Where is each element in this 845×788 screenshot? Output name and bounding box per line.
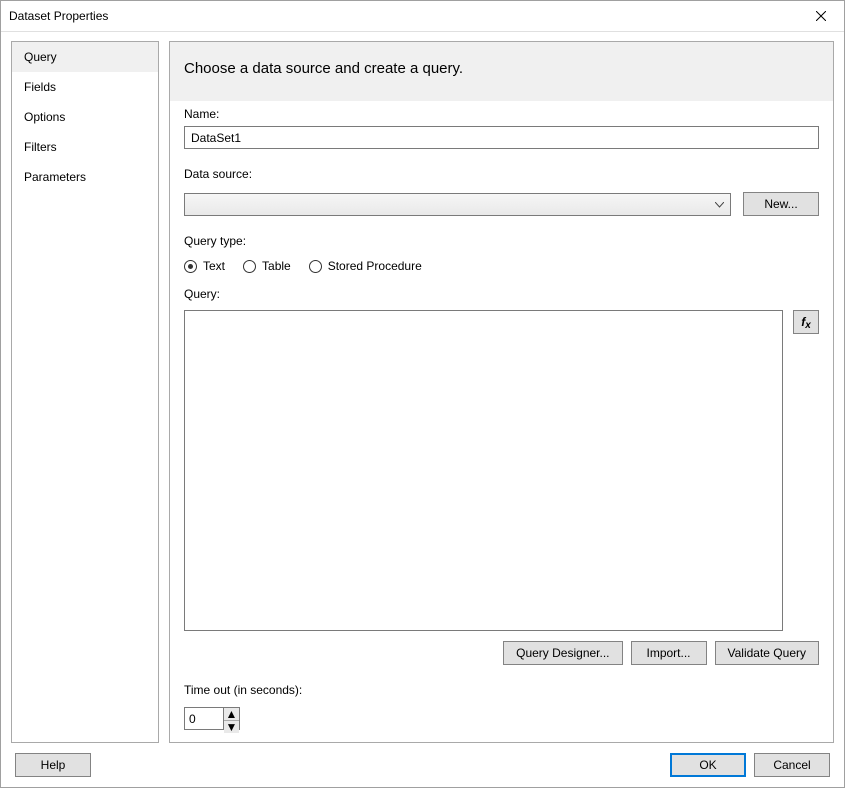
- triangle-down-icon: ▼: [226, 721, 238, 733]
- radio-label: Stored Procedure: [328, 259, 422, 273]
- radio-icon: [243, 260, 256, 273]
- chevron-down-icon: [715, 197, 724, 211]
- name-input[interactable]: [184, 126, 819, 149]
- name-label: Name:: [184, 107, 819, 121]
- sidebar-item-label: Query: [24, 50, 57, 64]
- sidebar-item-label: Fields: [24, 80, 56, 94]
- button-label: Cancel: [773, 758, 810, 772]
- dialog-footer: Help OK Cancel: [1, 743, 844, 787]
- triangle-up-icon: ▲: [226, 708, 238, 720]
- timeout-spinner[interactable]: ▲ ▼: [184, 707, 240, 730]
- spinner-arrows: ▲ ▼: [223, 708, 239, 729]
- content-panel: Choose a data source and create a query.…: [169, 41, 834, 743]
- sidebar-item-label: Filters: [24, 140, 57, 154]
- query-designer-button[interactable]: Query Designer...: [503, 641, 622, 665]
- radio-stored-procedure[interactable]: Stored Procedure: [309, 259, 422, 273]
- ok-button[interactable]: OK: [670, 753, 746, 777]
- titlebar: Dataset Properties: [1, 1, 844, 32]
- radio-icon: [184, 260, 197, 273]
- query-type-group: Text Table Stored Procedure: [184, 259, 819, 273]
- query-type-label: Query type:: [184, 234, 819, 248]
- dialog-body: Query Fields Options Filters Parameters …: [1, 32, 844, 743]
- cancel-button[interactable]: Cancel: [754, 753, 830, 777]
- button-label: OK: [699, 758, 716, 772]
- radio-icon: [309, 260, 322, 273]
- sidebar-item-label: Options: [24, 110, 65, 124]
- query-label: Query:: [184, 287, 819, 301]
- timeout-label: Time out (in seconds):: [184, 683, 819, 697]
- data-source-label: Data source:: [184, 167, 819, 181]
- page-title: Choose a data source and create a query.: [170, 42, 833, 101]
- timeout-input[interactable]: [185, 708, 223, 729]
- sidebar-item-fields[interactable]: Fields: [12, 72, 158, 102]
- close-button[interactable]: [798, 1, 844, 32]
- radio-label: Text: [203, 259, 225, 273]
- window-title: Dataset Properties: [9, 9, 798, 23]
- content-body: Name: Data source: New... Query type: Te…: [170, 101, 833, 742]
- sidebar-item-filters[interactable]: Filters: [12, 132, 158, 162]
- help-button[interactable]: Help: [15, 753, 91, 777]
- button-label: Import...: [646, 646, 690, 660]
- radio-label: Table: [262, 259, 291, 273]
- button-label: Validate Query: [728, 646, 807, 660]
- sidebar-item-label: Parameters: [24, 170, 86, 184]
- data-source-combo[interactable]: [184, 193, 731, 216]
- sidebar-item-parameters[interactable]: Parameters: [12, 162, 158, 192]
- sidebar-item-query[interactable]: Query: [12, 42, 158, 72]
- query-textarea[interactable]: [185, 311, 782, 630]
- validate-query-button[interactable]: Validate Query: [715, 641, 820, 665]
- new-data-source-button[interactable]: New...: [743, 192, 819, 216]
- button-label: Help: [41, 758, 66, 772]
- spinner-down[interactable]: ▼: [224, 721, 239, 733]
- radio-table[interactable]: Table: [243, 259, 291, 273]
- expression-button[interactable]: fx: [793, 310, 819, 334]
- sidebar-item-options[interactable]: Options: [12, 102, 158, 132]
- button-label: Query Designer...: [516, 646, 609, 660]
- dialog-window: Dataset Properties Query Fields Options …: [0, 0, 845, 788]
- radio-text[interactable]: Text: [184, 259, 225, 273]
- sidebar: Query Fields Options Filters Parameters: [11, 41, 159, 743]
- close-icon: [816, 11, 826, 21]
- query-textarea-wrap: [184, 310, 783, 631]
- fx-icon: fx: [801, 315, 811, 329]
- button-label: New...: [764, 197, 797, 211]
- import-button[interactable]: Import...: [631, 641, 707, 665]
